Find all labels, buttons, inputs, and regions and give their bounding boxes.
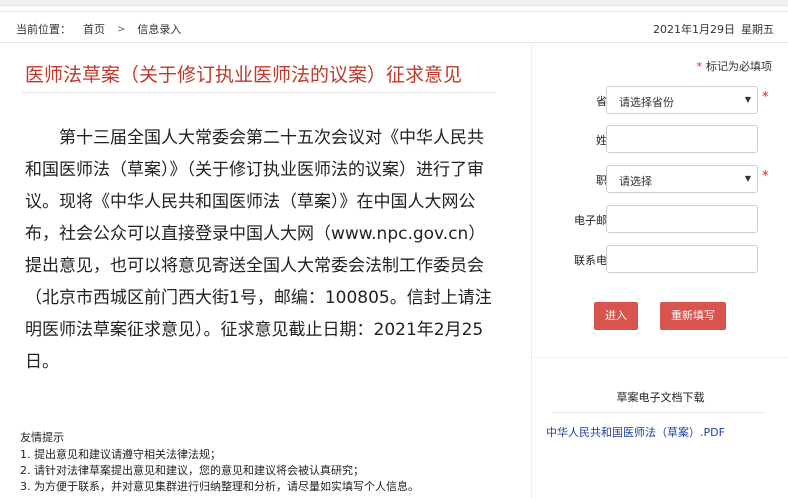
breadcrumb: 当前位置： 首页 > 信息录入 xyxy=(16,21,181,37)
phone-input[interactable] xyxy=(606,245,758,273)
breadcrumb-bar: 当前位置： 首页 > 信息录入 2021年1月29日 星期五 xyxy=(0,11,788,43)
province-select-value: 请选择省份 xyxy=(619,96,674,109)
province-select[interactable]: 请选择省份 ▼ xyxy=(606,86,758,114)
email-input[interactable] xyxy=(606,205,758,233)
tip-item: 1. 提出意见和建议请遵守相关法律法规； xyxy=(20,448,221,461)
page-title: 医师法草案（关于修订执业医师法的议案）征求意见 xyxy=(25,64,463,86)
download-divider xyxy=(553,412,766,413)
email-row: 电子邮件 xyxy=(533,205,788,235)
download-title: 草案电子文档下载 xyxy=(616,391,705,404)
column-divider xyxy=(531,44,532,498)
chevron-right-icon: > xyxy=(117,23,126,35)
submit-button[interactable]: 进入 xyxy=(594,302,638,330)
date-text: 2021年1月29日 xyxy=(653,23,735,36)
reset-button[interactable]: 重新填写 xyxy=(660,302,726,330)
caret-down-icon: ▼ xyxy=(744,174,751,183)
name-input[interactable] xyxy=(606,125,758,153)
date-display: 2021年1月29日 星期五 xyxy=(653,21,774,37)
tip-item: 2. 请针对法律草案提出意见和建议，您的意见和建议将会被认真研究； xyxy=(20,464,364,477)
tip-item: 3. 为方便于联系，并对意见集群进行归纳整理和分析，请尽量如实填写个人信息。 xyxy=(20,480,419,493)
caret-down-icon: ▼ xyxy=(744,95,751,104)
article-body: 第十三届全国人大常委会第二十五次会议对《中华人民共和国医师法（草案）》（关于修订… xyxy=(25,128,492,372)
weekday-text: 星期五 xyxy=(741,23,774,36)
required-note-text: 标记为必填项 xyxy=(706,60,772,73)
pdf-download-link[interactable]: 中华人民共和国医师法（草案）.PDF xyxy=(546,424,725,440)
occupation-select[interactable]: 请选择 ▼ xyxy=(606,165,758,193)
tips-section: 友情提示 1. 提出意见和建议请遵守相关法律法规； 2. 请针对法律草案提出意见… xyxy=(20,430,520,495)
name-row: 姓名 xyxy=(533,125,788,155)
breadcrumb-label: 当前位置： xyxy=(16,23,71,36)
article-panel: 医师法草案（关于修订执业医师法的议案）征求意见 第十三届全国人大常委会第二十五次… xyxy=(0,44,528,498)
occupation-row: 职业 请选择 ▼ * xyxy=(533,165,788,195)
required-star: * xyxy=(762,169,769,184)
title-divider xyxy=(22,92,496,93)
occupation-select-value: 请选择 xyxy=(619,175,652,188)
breadcrumb-home-link[interactable]: 首页 xyxy=(83,21,105,37)
required-star: * xyxy=(762,90,769,105)
phone-row: 联系电话 xyxy=(533,245,788,275)
comment-form-panel: *标记为必填项 省份 请选择省份 ▼ * 姓名 职业 请选择 ▼ * 电子邮件 … xyxy=(533,44,788,498)
breadcrumb-current: 信息录入 xyxy=(137,23,182,36)
province-row: 省份 请选择省份 ▼ * xyxy=(533,86,788,116)
required-note: * 标记为必填项 xyxy=(697,58,773,74)
required-star: * xyxy=(696,60,703,73)
section-divider xyxy=(533,357,788,358)
tips-title: 友情提示 xyxy=(20,431,64,444)
top-strip xyxy=(0,0,788,6)
